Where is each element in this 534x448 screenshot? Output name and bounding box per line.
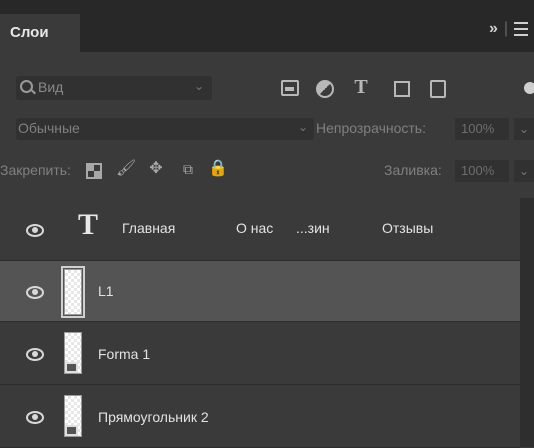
filter-type-layers-icon[interactable]: T xyxy=(352,77,370,97)
tab-bar-controls: » | xyxy=(489,20,528,38)
lock-all-icon[interactable]: 🔒 xyxy=(208,161,228,177)
layer-thumbnail[interactable] xyxy=(61,266,85,318)
collapse-icon[interactable]: » xyxy=(489,20,499,37)
filter-kind-select[interactable]: Вид ⌄ xyxy=(16,76,212,100)
filter-toggle-icon[interactable] xyxy=(524,82,534,94)
layer-list: T Главная О нас ...зин Отзывы L1 Forma 1… xyxy=(0,198,520,448)
layers-panel: Слои » | Вид ⌄ T Обычные ⌄ Непрозрачность… xyxy=(0,0,534,448)
layer-name: Forma 1 xyxy=(98,346,151,362)
scrollbar[interactable] xyxy=(520,198,534,447)
layer-name: L1 xyxy=(98,283,114,299)
filter-pixel-layers-icon[interactable] xyxy=(281,80,299,96)
layer-name-word: Главная xyxy=(122,220,176,236)
visibility-eye-icon[interactable] xyxy=(26,224,44,237)
shape-layer-badge-icon xyxy=(65,362,78,373)
opacity-input[interactable]: 100% xyxy=(455,118,509,140)
opacity-chevron-icon[interactable]: ⌄ xyxy=(514,118,534,140)
opacity-label: Непрозрачность: xyxy=(316,120,426,136)
layer-row-text[interactable]: T Главная О нас ...зин Отзывы xyxy=(0,198,520,261)
lock-transparent-pixels-icon[interactable] xyxy=(86,163,102,179)
filter-adjustment-layers-icon[interactable] xyxy=(316,80,334,98)
type-layer-icon: T xyxy=(78,208,99,241)
filter-smart-objects-icon[interactable] xyxy=(430,80,446,98)
visibility-eye-icon[interactable] xyxy=(26,411,44,424)
chevron-down-icon: ⌄ xyxy=(297,120,308,134)
layer-name: Прямоугольник 2 xyxy=(98,409,209,425)
blend-mode-select[interactable]: Обычные ⌄ xyxy=(16,118,314,140)
visibility-eye-icon[interactable] xyxy=(26,348,44,361)
fill-label: Заливка: xyxy=(384,162,442,178)
layer-row-forma-1[interactable]: Forma 1 xyxy=(0,322,520,385)
layer-row-rectangle-2[interactable]: Прямоугольник 2 xyxy=(0,385,520,448)
layer-row-l1[interactable]: L1 xyxy=(0,261,520,322)
fill-chevron-icon[interactable]: ⌄ xyxy=(514,160,534,182)
fill-input[interactable]: 100% xyxy=(455,160,509,182)
layer-name-word: Отзывы xyxy=(382,220,434,236)
shape-layer-badge-icon xyxy=(65,425,78,436)
tab-layers[interactable]: Слои xyxy=(0,14,80,52)
lock-artboard-icon[interactable]: ⧉ xyxy=(178,161,198,177)
visibility-eye-icon[interactable] xyxy=(26,286,44,299)
lock-label: Закрепить: xyxy=(0,162,71,178)
filter-shape-layers-icon[interactable] xyxy=(394,81,410,97)
panel-menu-icon[interactable] xyxy=(514,21,528,36)
lock-image-pixels-icon[interactable]: 🖌 xyxy=(116,161,136,177)
blend-mode-label: Обычные xyxy=(18,120,80,136)
divider: | xyxy=(503,20,509,37)
lock-position-icon[interactable]: ✥ xyxy=(148,161,164,177)
tab-bar: Слои » | xyxy=(0,0,534,52)
search-icon xyxy=(20,80,33,93)
layer-name-word: О нас xyxy=(236,220,274,236)
filter-kind-label: Вид xyxy=(38,79,64,95)
layer-name-word: ...зин xyxy=(296,220,330,236)
chevron-down-icon: ⌄ xyxy=(193,79,204,93)
